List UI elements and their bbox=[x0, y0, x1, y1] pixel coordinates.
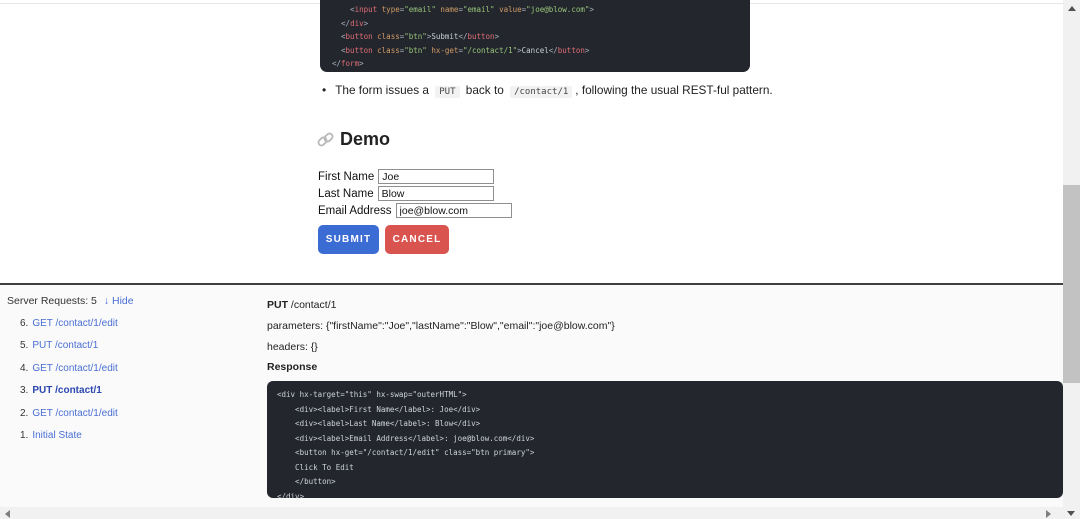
bullet-dot: • bbox=[322, 83, 326, 100]
request-list-item: 6. GET /contact/1/edit bbox=[20, 313, 118, 335]
request-number: 3. bbox=[20, 385, 28, 396]
scroll-up-arrow-icon[interactable] bbox=[1068, 6, 1076, 11]
example-code: <input type="email" name="email" value="… bbox=[320, 0, 750, 72]
server-requests-panel: Server Requests: 5 ↓ Hide 6. GET /contact… bbox=[0, 283, 1063, 507]
hide-link[interactable]: ↓ Hide bbox=[104, 295, 134, 307]
request-link[interactable]: GET /contact/1/edit bbox=[32, 363, 117, 374]
link-icon[interactable] bbox=[317, 131, 334, 148]
scrollbar-corner bbox=[1063, 507, 1080, 519]
field-row-email: Email Address bbox=[318, 202, 512, 219]
scroll-right-arrow-icon[interactable] bbox=[1046, 510, 1051, 518]
request-path: /contact/1 bbox=[291, 299, 337, 311]
note-bullet-item: • The form issues a PUT back to /contact… bbox=[322, 83, 782, 100]
note-segment: , following the usual REST-ful pattern. bbox=[575, 83, 772, 97]
note-text: The form issues a PUT back to /contact/1… bbox=[335, 83, 772, 100]
request-headers: headers: {} bbox=[267, 340, 1063, 355]
request-list: 6. GET /contact/1/edit 5. PUT /contact/1 4. G… bbox=[20, 313, 118, 447]
request-number: 5. bbox=[20, 340, 28, 351]
server-requests-header: Server Requests: 5 ↓ Hide bbox=[7, 295, 134, 307]
vertical-scrollbar-thumb[interactable] bbox=[1063, 185, 1080, 383]
inline-code-contact-path: /contact/1 bbox=[510, 86, 572, 98]
request-link[interactable]: GET /contact/1/edit bbox=[32, 408, 117, 419]
vertical-scrollbar[interactable] bbox=[1063, 0, 1080, 507]
request-method: PUT bbox=[267, 299, 288, 311]
request-list-item: 1. Initial State bbox=[20, 425, 118, 447]
request-number: 1. bbox=[20, 430, 28, 441]
request-link[interactable]: PUT /contact/1 bbox=[32, 385, 101, 396]
request-link[interactable]: GET /contact/1/edit bbox=[32, 318, 117, 329]
response-label: Response bbox=[267, 360, 1063, 375]
server-requests-title: Server Requests: 5 bbox=[7, 295, 97, 307]
form-buttons: SUBMIT CANCEL bbox=[318, 225, 512, 254]
last-name-label: Last Name bbox=[318, 188, 374, 200]
request-number: 6. bbox=[20, 318, 28, 329]
demo-form: First Name Last Name Email Address SUBMI… bbox=[318, 168, 512, 254]
request-list-item: 3. PUT /contact/1 bbox=[20, 380, 118, 402]
email-input[interactable] bbox=[396, 203, 512, 218]
demo-heading-text: Demo bbox=[340, 129, 390, 150]
request-parameters: parameters: {"firstName":"Joe","lastName… bbox=[267, 319, 1063, 334]
request-method-line: PUT /contact/1 bbox=[267, 298, 1063, 313]
first-name-label: First Name bbox=[318, 171, 374, 183]
field-row-last-name: Last Name bbox=[318, 185, 512, 202]
note-segment: back to bbox=[463, 83, 508, 97]
request-list-item: 5. PUT /contact/1 bbox=[20, 335, 118, 357]
cancel-button[interactable]: CANCEL bbox=[385, 225, 449, 254]
page: <input type="email" name="email" value="… bbox=[0, 0, 1080, 519]
email-label: Email Address bbox=[318, 205, 392, 217]
request-number: 2. bbox=[20, 408, 28, 419]
horizontal-scrollbar[interactable] bbox=[0, 507, 1063, 519]
request-number: 4. bbox=[20, 363, 28, 374]
request-detail: PUT /contact/1 parameters: {"firstName":… bbox=[267, 298, 1063, 498]
submit-button[interactable]: SUBMIT bbox=[318, 225, 379, 254]
request-list-item: 4. GET /contact/1/edit bbox=[20, 358, 118, 380]
request-link[interactable]: Initial State bbox=[32, 430, 81, 441]
scroll-left-arrow-icon[interactable] bbox=[5, 510, 10, 518]
first-name-input[interactable] bbox=[378, 169, 494, 184]
note-segment: The form issues a bbox=[335, 83, 432, 97]
demo-heading: Demo bbox=[317, 129, 390, 150]
field-row-first-name: First Name bbox=[318, 168, 512, 185]
request-list-item: 2. GET /contact/1/edit bbox=[20, 403, 118, 425]
scroll-down-arrow-icon[interactable] bbox=[1067, 511, 1075, 516]
last-name-input[interactable] bbox=[378, 186, 494, 201]
inline-code-put: PUT bbox=[435, 86, 459, 98]
request-link[interactable]: PUT /contact/1 bbox=[32, 340, 98, 351]
response-code: <div hx-target="this" hx-swap="outerHTML… bbox=[267, 381, 1063, 498]
